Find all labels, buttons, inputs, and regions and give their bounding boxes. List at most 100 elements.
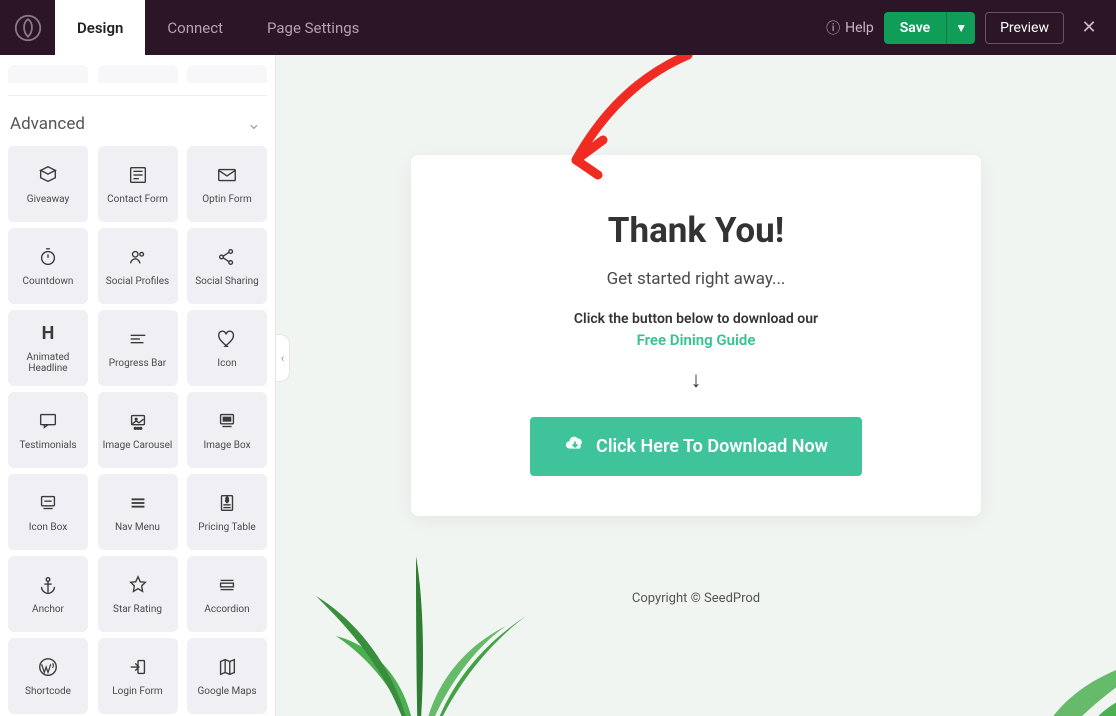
tab-connect[interactable]: Connect: [145, 0, 245, 55]
thank-you-card: Thank You! Get started right away... Cli…: [411, 155, 981, 516]
block-label: Testimonials: [19, 440, 76, 451]
top-bar: Design Connect Page Settings ⓘ Help Save…: [0, 0, 1116, 55]
envelope-icon: [216, 164, 238, 186]
block-label: Image Box: [203, 440, 250, 451]
block-pricing-table[interactable]: $ Pricing Table: [187, 474, 267, 550]
wordpress-icon: [37, 656, 59, 678]
preview-canvas: Thank You! Get started right away... Cli…: [276, 55, 1116, 716]
image-box-icon: [216, 410, 238, 432]
block-label: Progress Bar: [109, 358, 166, 369]
accordion-icon: [216, 574, 238, 596]
anchor-icon: [37, 574, 59, 596]
block-label: Giveaway: [27, 194, 69, 205]
block-label: Accordion: [204, 604, 249, 615]
blocks-sidebar: Advanced ⌄ Giveaway Contact Form Optin F…: [0, 55, 276, 716]
block-label: Login Form: [112, 686, 162, 697]
topbar-right: ⓘ Help Save ▼ Preview ✕: [826, 12, 1116, 44]
share-icon: [216, 246, 238, 268]
thank-you-line: Click the button below to download our: [451, 311, 941, 327]
cloud-download-icon: [564, 433, 586, 460]
heart-icon: [216, 328, 238, 350]
block-nav-menu[interactable]: Nav Menu: [98, 474, 178, 550]
block-icon[interactable]: Icon: [187, 310, 267, 386]
gift-icon: [37, 164, 59, 186]
block-label: Icon: [217, 358, 236, 369]
block-hidden[interactable]: [187, 65, 267, 83]
save-button-group: Save ▼: [884, 12, 975, 44]
block-animated-headline[interactable]: H Animated Headline: [8, 310, 88, 386]
section-partial: [8, 65, 267, 83]
block-label: Icon Box: [29, 522, 67, 533]
stopwatch-icon: [37, 246, 59, 268]
block-countdown[interactable]: Countdown: [8, 228, 88, 304]
block-social-profiles[interactable]: Social Profiles: [98, 228, 178, 304]
login-icon: [127, 656, 149, 678]
heading-icon: H: [42, 322, 55, 344]
free-guide-link[interactable]: Free Dining Guide: [451, 331, 941, 349]
people-icon: [127, 246, 149, 268]
star-icon: [127, 574, 149, 596]
block-label: Image Carousel: [103, 440, 173, 451]
progress-icon: [127, 328, 149, 350]
tab-page-settings[interactable]: Page Settings: [245, 0, 381, 55]
help-link[interactable]: ⓘ Help: [826, 18, 874, 38]
map-icon: [216, 656, 238, 678]
block-hidden[interactable]: [8, 65, 88, 83]
block-image-box[interactable]: Image Box: [187, 392, 267, 468]
section-title: Advanced: [10, 114, 85, 134]
save-dropdown[interactable]: ▼: [946, 12, 975, 44]
sidebar-collapse-handle[interactable]: ‹: [276, 334, 290, 382]
menu-icon: [127, 492, 149, 514]
save-button[interactable]: Save: [884, 12, 946, 44]
block-shortcode[interactable]: Shortcode: [8, 638, 88, 714]
block-label: Social Profiles: [106, 276, 169, 287]
block-label: Shortcode: [25, 686, 71, 697]
block-label: Anchor: [32, 604, 64, 615]
block-label: Animated Headline: [27, 352, 70, 374]
icon-box-icon: [37, 492, 59, 514]
section-advanced-toggle[interactable]: Advanced ⌄: [8, 95, 267, 146]
block-login-form[interactable]: Login Form: [98, 638, 178, 714]
help-label: Help: [845, 20, 874, 36]
preview-button[interactable]: Preview: [985, 12, 1064, 44]
tab-design[interactable]: Design: [55, 0, 145, 55]
block-label: Countdown: [23, 276, 74, 287]
block-anchor[interactable]: Anchor: [8, 556, 88, 632]
block-optin-form[interactable]: Optin Form: [187, 146, 267, 222]
block-giveaway[interactable]: Giveaway: [8, 146, 88, 222]
block-social-sharing[interactable]: Social Sharing: [187, 228, 267, 304]
download-button-label: Click Here To Download Now: [596, 436, 828, 457]
plant-decoration-left: [306, 536, 536, 716]
main-tabs: Design Connect Page Settings: [55, 0, 381, 55]
block-label: Pricing Table: [198, 522, 255, 533]
workspace: Advanced ⌄ Giveaway Contact Form Optin F…: [0, 55, 1116, 716]
svg-text:$: $: [225, 496, 229, 504]
block-accordion[interactable]: Accordion: [187, 556, 267, 632]
thank-you-title: Thank You!: [451, 210, 941, 251]
block-contact-form[interactable]: Contact Form: [98, 146, 178, 222]
block-label: Nav Menu: [115, 522, 160, 533]
down-arrow-icon: ↓: [451, 367, 941, 393]
form-icon: [127, 164, 149, 186]
thank-you-subtitle: Get started right away...: [451, 269, 941, 289]
block-hidden[interactable]: [98, 65, 178, 83]
close-button[interactable]: ✕: [1074, 13, 1104, 43]
block-label: Social Sharing: [195, 276, 259, 287]
block-star-rating[interactable]: Star Rating: [98, 556, 178, 632]
help-icon: ⓘ: [826, 18, 840, 38]
block-progress-bar[interactable]: Progress Bar: [98, 310, 178, 386]
block-google-maps[interactable]: Google Maps: [187, 638, 267, 714]
block-testimonials[interactable]: Testimonials: [8, 392, 88, 468]
block-label: Google Maps: [198, 686, 257, 697]
download-button[interactable]: Click Here To Download Now: [530, 417, 862, 476]
seedprod-logo: [0, 0, 55, 55]
chevron-down-icon: ⌄: [247, 114, 261, 134]
block-image-carousel[interactable]: Image Carousel: [98, 392, 178, 468]
carousel-icon: [127, 410, 149, 432]
block-label: Contact Form: [107, 194, 168, 205]
block-icon-box[interactable]: Icon Box: [8, 474, 88, 550]
pricing-icon: $: [216, 492, 238, 514]
plant-decoration-right: [1016, 626, 1116, 716]
block-label: Optin Form: [202, 194, 252, 205]
block-label: Star Rating: [113, 604, 162, 615]
